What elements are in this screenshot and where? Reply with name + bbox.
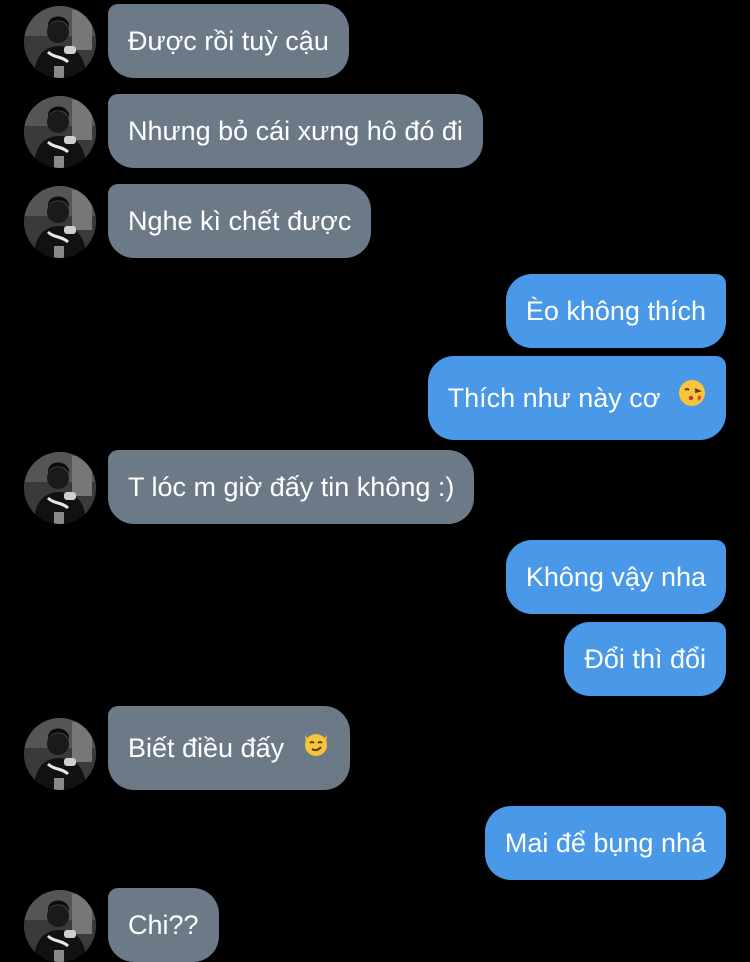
avatar[interactable] (24, 718, 96, 790)
message-text: Nghe kì chết được (128, 206, 352, 236)
incoming-message-bubble[interactable]: Biết điều đấy (108, 706, 350, 790)
message-text: Chi?? (128, 910, 199, 940)
incoming-message-bubble[interactable]: Nghe kì chết được (108, 184, 372, 258)
message-text: Biết điều đấy (128, 733, 285, 763)
message-text: Nhưng bỏ cái xưng hô đó đi (128, 116, 463, 146)
message-text: Đổi thì đổi (584, 644, 706, 674)
avatar[interactable] (24, 186, 96, 258)
message-text: Èo không thích (525, 296, 706, 326)
incoming-message-bubble[interactable]: Nhưng bỏ cái xưng hô đó đi (108, 94, 483, 168)
message-text: Thích như này cơ (447, 383, 661, 413)
avatar[interactable] (24, 452, 96, 524)
kissing-face-emoji-icon (678, 356, 706, 440)
chat-thread[interactable]: Được rồi tuỳ cậu Nhưng bỏ cái xưng hô đó… (0, 0, 750, 962)
incoming-message-bubble[interactable]: T lóc m giờ đấy tin không :) (108, 450, 475, 524)
message-text: Mai để bụng nhá (504, 828, 706, 858)
avatar[interactable] (24, 6, 96, 78)
outgoing-message-bubble[interactable]: Èo không thích (505, 274, 726, 348)
avatar[interactable] (24, 96, 96, 168)
outgoing-message-bubble[interactable]: Thích như này cơ (427, 356, 726, 440)
message-text: Không vậy nha (525, 562, 706, 592)
incoming-message-bubble[interactable]: Chi?? (108, 888, 219, 962)
outgoing-message-bubble[interactable]: Đổi thì đổi (564, 622, 726, 696)
outgoing-message-bubble[interactable]: Không vậy nha (505, 540, 726, 614)
smirking-cat-emoji-icon (302, 706, 330, 790)
avatar[interactable] (24, 890, 96, 962)
message-text: T lóc m giờ đấy tin không :) (128, 472, 455, 502)
message-text: Được rồi tuỳ cậu (128, 26, 329, 56)
outgoing-message-bubble[interactable]: Mai để bụng nhá (484, 806, 726, 880)
incoming-message-bubble[interactable]: Được rồi tuỳ cậu (108, 4, 349, 78)
